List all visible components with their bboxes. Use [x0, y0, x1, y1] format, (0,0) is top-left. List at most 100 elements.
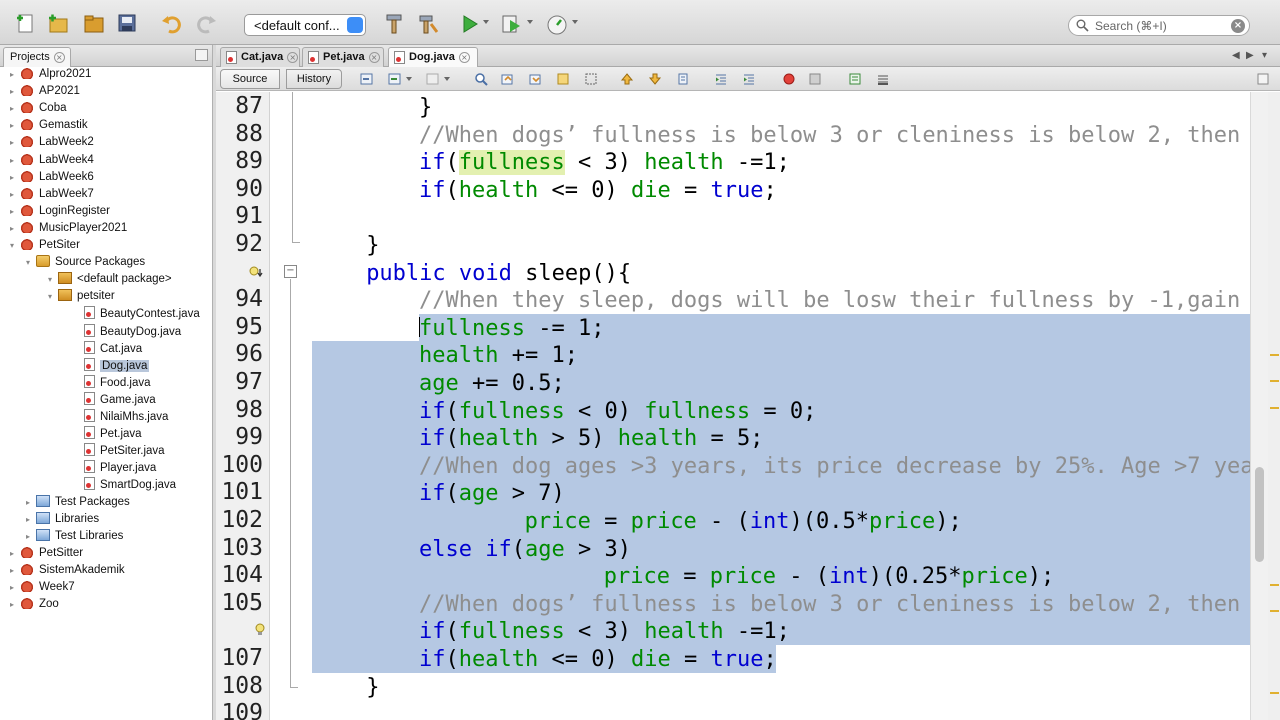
- previous-bookmark-icon[interactable]: [620, 72, 634, 86]
- shift-right-icon[interactable]: [742, 72, 756, 86]
- clean-build-icon[interactable]: [416, 12, 440, 36]
- history-view-button[interactable]: History: [286, 69, 342, 89]
- forward-dropdown-icon[interactable]: [444, 77, 450, 81]
- expand-toggle-icon[interactable]: ▸: [10, 138, 20, 147]
- lightbulb-hint-icon[interactable]: [254, 623, 266, 642]
- expand-toggle-icon[interactable]: ▸: [10, 600, 20, 609]
- expand-editor-icon[interactable]: [1256, 72, 1270, 86]
- find-next-icon[interactable]: [528, 72, 542, 86]
- tree-item-petsitter[interactable]: ▸ PetSitter: [10, 545, 83, 563]
- tree-item-labweek7[interactable]: ▸ LabWeek7: [10, 186, 94, 204]
- expand-toggle-icon[interactable]: ▸: [10, 224, 20, 233]
- stripe-marker[interactable]: [1270, 354, 1279, 356]
- close-tab-icon[interactable]: ×: [458, 52, 470, 63]
- stop-macro-icon[interactable]: [808, 72, 822, 86]
- tree-item-ap2021[interactable]: ▸ AP2021: [10, 84, 80, 101]
- expand-toggle-icon[interactable]: ▾: [10, 241, 20, 250]
- tree-item-dog-java[interactable]: Dog.java: [84, 357, 150, 375]
- run-dropdown-icon[interactable]: [483, 20, 489, 24]
- tree-item-test-libraries[interactable]: ▸ Test Libraries: [26, 528, 123, 546]
- clear-search-icon[interactable]: ×: [1231, 19, 1245, 33]
- tree-item-source-packages[interactable]: ▾ Source Packages: [26, 255, 145, 272]
- undo-icon[interactable]: [160, 12, 184, 36]
- tree-item-week7[interactable]: ▸ Week7: [10, 580, 75, 597]
- tree-item-libraries[interactable]: ▸ Libraries: [26, 511, 99, 529]
- expand-toggle-icon[interactable]: ▸: [10, 104, 20, 113]
- tree-item-coba[interactable]: ▸ Coba: [10, 101, 67, 118]
- debug-icon[interactable]: [500, 12, 524, 36]
- back-icon[interactable]: [388, 72, 402, 86]
- source-view-button[interactable]: Source: [220, 69, 280, 89]
- configuration-select[interactable]: <default conf...: [244, 14, 366, 36]
- profile-dropdown-icon[interactable]: [572, 20, 578, 24]
- tree-item-test-packages[interactable]: ▸ Test Packages: [26, 494, 130, 512]
- profile-icon[interactable]: [545, 12, 569, 36]
- toggle-highlight-icon[interactable]: [556, 72, 570, 86]
- next-bookmark-icon[interactable]: [648, 72, 662, 86]
- expand-toggle-icon[interactable]: ▸: [10, 156, 20, 165]
- projects-tab[interactable]: Projects ×: [3, 47, 71, 67]
- toggle-bookmark-icon[interactable]: [676, 72, 690, 86]
- tree-item-petsiter[interactable]: ▾ petsiter: [48, 289, 115, 306]
- tab-pet-java[interactable]: Pet.java ×: [302, 47, 384, 67]
- tree-item-petsiter[interactable]: ▾ PetSiter: [10, 238, 80, 255]
- expand-toggle-icon[interactable]: ▸: [26, 515, 36, 524]
- expand-toggle-icon[interactable]: ▸: [26, 532, 36, 541]
- tree-item-alpro2021[interactable]: ▸ Alpro2021: [10, 67, 91, 84]
- tree-item-smartdog-java[interactable]: SmartDog.java: [84, 477, 176, 494]
- tree-item-labweek2[interactable]: ▸ LabWeek2: [10, 135, 94, 152]
- expand-toggle-icon[interactable]: ▸: [26, 498, 36, 507]
- close-tab-icon[interactable]: ×: [287, 52, 299, 63]
- open-project-icon[interactable]: [82, 12, 106, 36]
- stripe-marker[interactable]: [1270, 610, 1279, 612]
- build-hammer-icon[interactable]: [382, 12, 406, 36]
- expand-toggle-icon[interactable]: ▸: [10, 173, 20, 182]
- tree-item-game-java[interactable]: Game.java: [84, 391, 156, 409]
- stripe-marker[interactable]: [1270, 407, 1279, 409]
- expand-toggle-icon[interactable]: ▸: [10, 70, 20, 79]
- close-tab-icon[interactable]: ×: [368, 52, 380, 63]
- expand-toggle-icon[interactable]: ▸: [10, 566, 20, 575]
- tree-item-petsiter-java[interactable]: PetSiter.java: [84, 443, 165, 460]
- expand-toggle-icon[interactable]: ▾: [26, 258, 36, 267]
- find-icon[interactable]: [474, 72, 488, 86]
- tree-item-beautydog-java[interactable]: BeautyDog.java: [84, 323, 181, 341]
- search-box[interactable]: Search (⌘+I) ×: [1068, 15, 1250, 36]
- close-projects-icon[interactable]: ×: [53, 52, 65, 63]
- new-file-icon[interactable]: [14, 12, 38, 36]
- expand-toggle-icon[interactable]: ▸: [10, 87, 20, 96]
- uncomment-icon[interactable]: [876, 72, 890, 86]
- run-icon[interactable]: [458, 12, 482, 36]
- comment-icon[interactable]: [848, 72, 862, 86]
- expand-toggle-icon[interactable]: ▸: [10, 121, 20, 130]
- debug-dropdown-icon[interactable]: [527, 20, 533, 24]
- find-previous-icon[interactable]: [500, 72, 514, 86]
- shift-left-icon[interactable]: [714, 72, 728, 86]
- vertical-scrollbar[interactable]: [1250, 92, 1268, 720]
- back-dropdown-icon[interactable]: [406, 77, 412, 81]
- tree-item-food-java[interactable]: Food.java: [84, 374, 151, 392]
- tab-list-icon[interactable]: ▾: [1262, 50, 1267, 61]
- forward-icon[interactable]: [426, 72, 440, 86]
- tree-item-loginregister[interactable]: ▸ LoginRegister: [10, 203, 110, 221]
- expand-toggle-icon[interactable]: ▸: [10, 190, 20, 199]
- expand-toggle-icon[interactable]: ▸: [10, 549, 20, 558]
- expand-toggle-icon[interactable]: ▾: [48, 292, 58, 301]
- tree-item-labweek6[interactable]: ▸ LabWeek6: [10, 169, 94, 187]
- last-edit-icon[interactable]: [360, 72, 374, 86]
- stripe-marker[interactable]: [1270, 692, 1279, 694]
- expand-toggle-icon[interactable]: ▸: [10, 583, 20, 592]
- stripe-marker[interactable]: [1270, 584, 1279, 586]
- tree-item-pet-java[interactable]: Pet.java: [84, 426, 142, 443]
- tree-item-default-package[interactable]: ▾ <default package>: [48, 272, 172, 289]
- stripe-marker[interactable]: [1270, 380, 1279, 382]
- tab-cat-java[interactable]: Cat.java ×: [220, 47, 300, 67]
- override-hint-icon[interactable]: [248, 265, 266, 284]
- expand-toggle-icon[interactable]: ▾: [48, 275, 58, 284]
- scrollbar-thumb[interactable]: [1255, 467, 1264, 562]
- tree-item-labweek4[interactable]: ▸ LabWeek4: [10, 152, 94, 170]
- redo-icon[interactable]: [194, 12, 218, 36]
- tree-item-player-java[interactable]: Player.java: [84, 460, 156, 477]
- new-project-icon[interactable]: [46, 12, 70, 36]
- tree-item-beautycontest-java[interactable]: BeautyContest.java: [84, 306, 200, 323]
